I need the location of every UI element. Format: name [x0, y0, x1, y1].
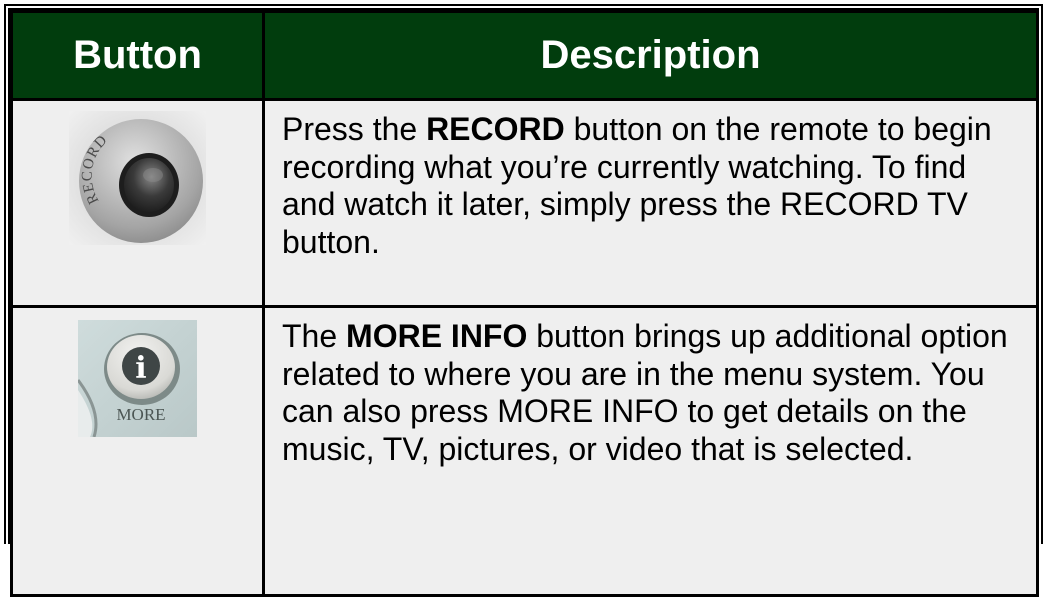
table-row-more-info: i MORE The MORE INFO button brings up ad…: [10, 305, 1039, 597]
more-desc-pre: The: [282, 318, 347, 354]
button-image-cell: i MORE: [10, 305, 265, 597]
description-cell-record: Press the RECORD button on the remote to…: [262, 98, 1039, 308]
record-desc-bold: RECORD: [426, 111, 565, 147]
document-frame: Button Description RECORD Press the RECO…: [4, 4, 1043, 597]
header-button: Button: [10, 10, 265, 101]
button-guide-table: Button Description RECORD Press the RECO…: [10, 10, 1039, 597]
record-button-icon: RECORD: [69, 111, 206, 250]
button-image-cell: RECORD: [10, 98, 265, 308]
record-desc-pre: Press the: [282, 111, 427, 147]
more-info-button-icon: i MORE: [76, 320, 197, 442]
more-info-button-image: i MORE: [76, 320, 197, 438]
record-button-image: RECORD: [69, 111, 206, 245]
header-description: Description: [262, 10, 1039, 101]
more-icon-label: MORE: [116, 405, 165, 424]
description-cell-more-info: The MORE INFO button brings up additiona…: [262, 305, 1039, 597]
more-icon-glyph: i: [135, 351, 146, 386]
table-row-record: RECORD Press the RECORD button on the re…: [10, 98, 1039, 308]
table-header-row: Button Description: [10, 10, 1039, 101]
record-description: Press the RECORD button on the remote to…: [282, 111, 1026, 261]
more-desc-bold: MORE INFO: [346, 318, 528, 354]
more-info-description: The MORE INFO button brings up additiona…: [282, 318, 1026, 468]
